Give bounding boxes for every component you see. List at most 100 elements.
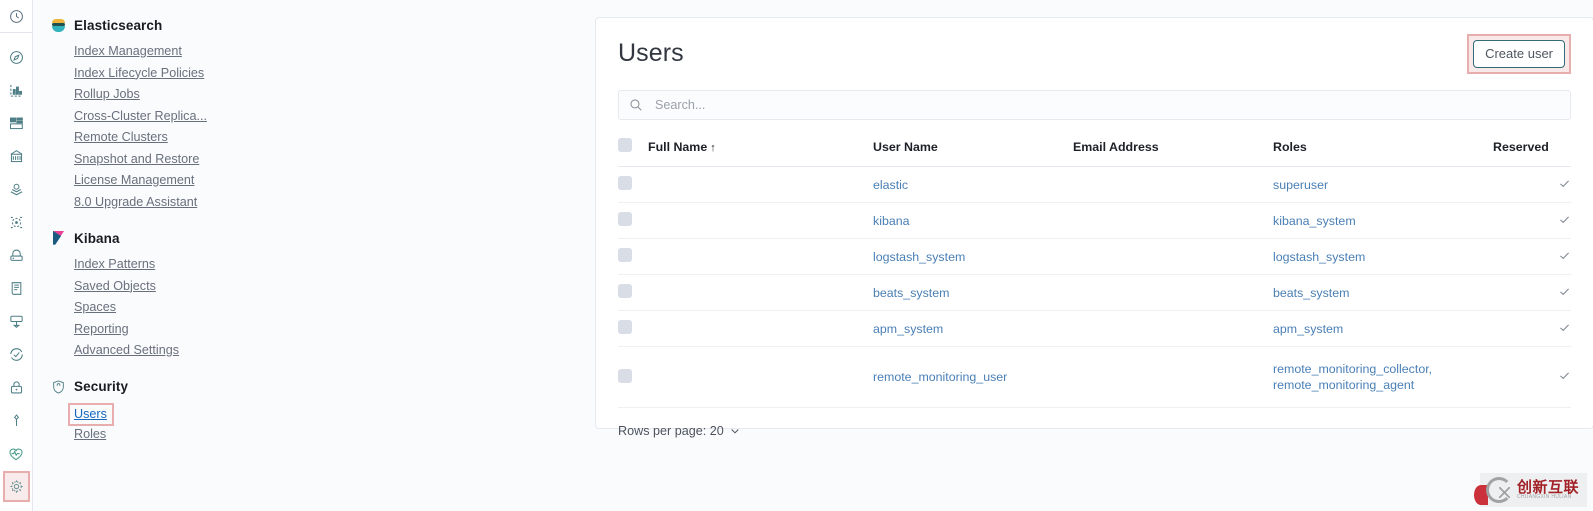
table-row[interactable]: logstash_system logstash_system: [618, 238, 1571, 275]
map-marker-icon[interactable]: [0, 173, 33, 206]
rows-per-page-selector[interactable]: Rows per page: 20: [618, 424, 741, 438]
row-checkbox-cell[interactable]: [618, 238, 648, 275]
roles-text: remote_monitoring_collector, remote_moni…: [1273, 362, 1433, 392]
wrench-icon[interactable]: [0, 404, 33, 437]
create-user-button[interactable]: Create user: [1473, 40, 1565, 68]
sidebar-item-spaces[interactable]: Spaces: [74, 297, 573, 319]
sidebar-item-users[interactable]: Users: [68, 402, 114, 426]
user-name-link[interactable]: beats_system: [873, 286, 949, 300]
sidebar-item-saved-objects[interactable]: Saved Objects: [74, 276, 573, 298]
infrastructure-icon[interactable]: [0, 239, 33, 272]
column-header-user-name[interactable]: User Name: [873, 138, 1073, 167]
cell-email: [1073, 238, 1273, 275]
sort-ascending-icon: ↑: [710, 141, 716, 154]
user-name-link[interactable]: logstash_system: [873, 250, 965, 264]
row-checkbox-cell[interactable]: [618, 310, 648, 347]
sidebar-item-remote-clusters[interactable]: Remote Clusters: [74, 127, 573, 149]
cell-roles: beats_system: [1273, 274, 1493, 311]
user-name-link[interactable]: elastic: [873, 178, 908, 192]
cell-email: [1073, 346, 1273, 408]
nav-group-header-kibana: Kibana: [51, 227, 573, 249]
dashboard-icon[interactable]: [0, 107, 33, 140]
column-label-full-name: Full Name: [648, 139, 708, 154]
sidebar-item-advanced-settings[interactable]: Advanced Settings: [74, 340, 573, 362]
panel-header: Users Create user: [618, 34, 1571, 82]
table-row[interactable]: apm_system apm_system: [618, 310, 1571, 347]
search-bar[interactable]: [618, 90, 1571, 120]
logs-icon[interactable]: [0, 272, 33, 305]
recent-icon[interactable]: [0, 0, 33, 33]
row-checkbox[interactable]: [618, 284, 632, 298]
sidebar-item-upgrade-assistant[interactable]: 8.0 Upgrade Assistant: [74, 192, 573, 214]
cell-full-name: [648, 274, 873, 311]
table-row[interactable]: elastic superuser: [618, 166, 1571, 203]
column-header-full-name[interactable]: Full Name ↑: [648, 138, 873, 167]
cell-user-name: beats_system: [873, 274, 1073, 311]
cell-email: [1073, 310, 1273, 347]
cell-full-name: [648, 346, 873, 408]
search-input[interactable]: [653, 97, 1560, 113]
main-content-area: Users Create user Search... Full Name ↑ …: [573, 0, 1593, 511]
check-icon: [1558, 369, 1571, 385]
sidebar-item-rollup-jobs[interactable]: Rollup Jobs: [74, 84, 573, 106]
canvas-icon[interactable]: [0, 140, 33, 173]
row-checkbox[interactable]: [618, 248, 632, 262]
table-row[interactable]: kibana kibana_system: [618, 202, 1571, 239]
cell-reserved: [1493, 202, 1571, 239]
apm-icon[interactable]: [0, 305, 33, 338]
rows-per-page-label: Rows per page: 20: [618, 424, 724, 438]
sidebar-item-roles[interactable]: Roles: [74, 424, 573, 446]
sidebar-item-license-management[interactable]: License Management: [74, 170, 573, 192]
sidebar-item-index-lifecycle-policies[interactable]: Index Lifecycle Policies: [74, 63, 573, 85]
cell-email: [1073, 202, 1273, 239]
visualize-icon[interactable]: [0, 74, 33, 107]
create-user-highlight: Create user: [1467, 34, 1571, 74]
row-checkbox[interactable]: [618, 176, 632, 190]
table-row[interactable]: beats_system beats_system: [618, 274, 1571, 311]
row-checkbox-cell[interactable]: [618, 346, 648, 408]
row-checkbox-cell[interactable]: [618, 274, 648, 311]
nav-group-title: Security: [74, 379, 129, 394]
row-checkbox[interactable]: [618, 212, 632, 226]
cell-user-name: logstash_system: [873, 238, 1073, 275]
uptime-icon[interactable]: [0, 338, 33, 371]
row-checkbox[interactable]: [618, 368, 632, 383]
cell-user-name: elastic: [873, 166, 1073, 203]
cell-reserved: [1493, 346, 1571, 408]
row-checkbox-cell[interactable]: [618, 202, 648, 239]
search-icon: [629, 98, 645, 112]
watermark: 创新互联 CHUANGXIN HULIAN: [1473, 473, 1587, 507]
user-name-link[interactable]: remote_monitoring_user: [873, 370, 1007, 384]
gear-icon[interactable]: [0, 470, 33, 503]
lock-icon[interactable]: [0, 371, 33, 404]
sidebar-item-reporting[interactable]: Reporting: [74, 319, 573, 341]
row-checkbox-cell[interactable]: [618, 166, 648, 203]
roles-text: superuser: [1273, 177, 1329, 192]
sidebar-item-index-management[interactable]: Index Management: [74, 41, 573, 63]
cell-email: [1073, 166, 1273, 203]
user-name-link[interactable]: apm_system: [873, 322, 943, 336]
user-name-link[interactable]: kibana: [873, 214, 910, 228]
select-all-checkbox[interactable]: [618, 138, 632, 152]
roles-text: beats_system: [1273, 285, 1350, 300]
select-all-header[interactable]: [618, 138, 648, 167]
nav-group-title: Elasticsearch: [74, 17, 163, 33]
elasticsearch-logo-icon: [51, 18, 66, 33]
cell-user-name: remote_monitoring_user: [873, 346, 1073, 408]
machine-learning-icon[interactable]: [0, 206, 33, 239]
column-header-reserved[interactable]: Reserved: [1493, 138, 1571, 167]
discover-icon[interactable]: [0, 41, 33, 74]
sidebar-item-snapshot-and-restore[interactable]: Snapshot and Restore: [74, 149, 573, 171]
cell-user-name: apm_system: [873, 310, 1073, 347]
security-shield-icon: [51, 379, 66, 394]
row-checkbox[interactable]: [618, 320, 632, 334]
table-row[interactable]: remote_monitoring_user remote_monitoring…: [618, 346, 1571, 408]
column-header-roles[interactable]: Roles: [1273, 138, 1493, 167]
cell-reserved: [1493, 238, 1571, 275]
page-title: Users: [618, 39, 684, 67]
cell-reserved: [1493, 166, 1571, 203]
heartbeat-icon[interactable]: [0, 437, 33, 470]
column-header-email-address[interactable]: Email Address: [1073, 138, 1273, 167]
sidebar-item-cross-cluster-replication[interactable]: Cross-Cluster Replica...: [74, 106, 573, 128]
sidebar-item-index-patterns[interactable]: Index Patterns: [74, 254, 573, 276]
